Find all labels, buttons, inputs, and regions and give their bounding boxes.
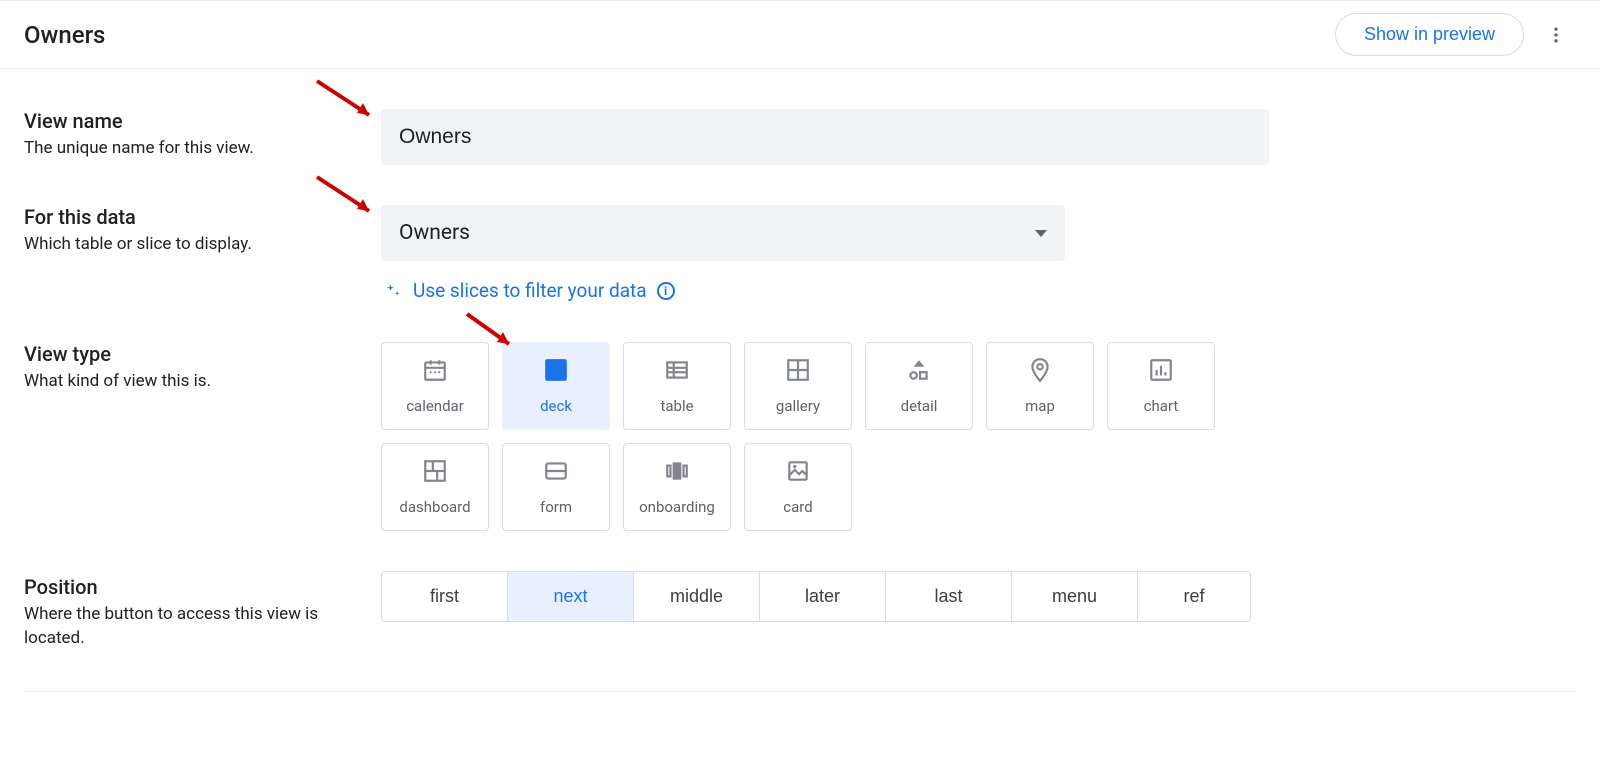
view-name-row: View name The unique name for this view.	[24, 69, 1576, 165]
position-middle[interactable]: middle	[634, 572, 760, 621]
view-name-labels: View name The unique name for this view.	[24, 109, 359, 161]
view-type-onboarding[interactable]: onboarding	[623, 443, 731, 531]
table-icon	[664, 357, 690, 387]
view-name-input-wrap	[359, 109, 1269, 165]
more-vert-icon	[1546, 25, 1566, 45]
calendar-icon	[422, 357, 448, 387]
view-type-gallery[interactable]: gallery	[744, 342, 852, 430]
for-data-value: Owners	[399, 221, 470, 245]
view-type-label: gallery	[776, 397, 820, 415]
sparkle-icon	[383, 281, 403, 301]
view-name-label: View name	[24, 109, 359, 133]
position-row: Position Where the button to access this…	[24, 531, 1576, 651]
for-data-labels: For this data Which table or slice to di…	[24, 205, 359, 257]
detail-icon	[906, 357, 932, 387]
view-type-map[interactable]: map	[986, 342, 1094, 430]
slices-hint-link[interactable]: Use slices to filter your data	[413, 279, 647, 302]
position-ref[interactable]: ref	[1138, 572, 1250, 621]
view-type-label: View type	[24, 342, 359, 366]
view-type-label: detail	[901, 397, 938, 415]
chart-icon	[1148, 357, 1174, 387]
position-first[interactable]: first	[382, 572, 508, 621]
section-divider	[24, 691, 1576, 692]
settings-form: View name The unique name for this view.…	[0, 69, 1600, 712]
for-data-desc: Which table or slice to display.	[24, 233, 324, 257]
view-type-form[interactable]: form	[502, 443, 610, 531]
position-next[interactable]: next	[508, 572, 634, 621]
position-labels: Position Where the button to access this…	[24, 571, 359, 651]
position-menu[interactable]: menu	[1012, 572, 1138, 621]
more-options-button[interactable]	[1536, 15, 1576, 55]
map-icon	[1027, 357, 1053, 387]
slices-hint-row: Use slices to filter your data i	[381, 279, 1269, 302]
dropdown-icon	[1035, 230, 1047, 237]
onboarding-icon	[664, 458, 690, 488]
for-data-label: For this data	[24, 205, 359, 229]
for-data-select[interactable]: Owners	[381, 205, 1065, 261]
view-type-table[interactable]: table	[623, 342, 731, 430]
position-input-wrap: firstnextmiddlelaterlastmenuref	[359, 571, 1269, 622]
for-data-input-wrap: Owners Use slices to filter your data i	[359, 205, 1269, 302]
page-title: Owners	[24, 21, 105, 49]
dashboard-icon	[422, 458, 448, 488]
deck-icon	[543, 357, 569, 387]
position-desc: Where the button to access this view is …	[24, 603, 324, 651]
view-type-label: dashboard	[399, 498, 470, 516]
view-type-deck[interactable]: deck	[502, 342, 610, 430]
view-type-label: deck	[540, 397, 572, 415]
view-type-label: onboarding	[639, 498, 715, 516]
show-in-preview-button[interactable]: Show in preview	[1335, 13, 1524, 56]
view-type-detail[interactable]: detail	[865, 342, 973, 430]
view-type-chart[interactable]: chart	[1107, 342, 1215, 430]
position-last[interactable]: last	[886, 572, 1012, 621]
view-type-label: map	[1025, 397, 1055, 415]
gallery-icon	[785, 357, 811, 387]
form-icon	[543, 458, 569, 488]
position-segmented: firstnextmiddlelaterlastmenuref	[381, 571, 1251, 622]
view-type-dashboard[interactable]: dashboard	[381, 443, 489, 531]
position-label: Position	[24, 575, 359, 599]
view-type-label: card	[783, 498, 812, 516]
view-name-desc: The unique name for this view.	[24, 137, 324, 161]
header-bar: Owners Show in preview	[0, 0, 1600, 69]
position-later[interactable]: later	[760, 572, 886, 621]
for-data-row: For this data Which table or slice to di…	[24, 165, 1576, 302]
card-icon	[785, 458, 811, 488]
view-type-grid: calendar deck table gallery detail map chart da…	[381, 342, 1251, 531]
view-name-input[interactable]	[381, 109, 1269, 165]
view-type-input-wrap: calendar deck table gallery detail map chart da…	[359, 342, 1269, 531]
view-type-labels: View type What kind of view this is.	[24, 342, 359, 394]
view-type-calendar[interactable]: calendar	[381, 342, 489, 430]
topbar-actions: Show in preview	[1335, 13, 1576, 56]
view-type-label: table	[660, 397, 693, 415]
view-type-card[interactable]: card	[744, 443, 852, 531]
view-type-label: chart	[1144, 397, 1179, 415]
view-type-row: View type What kind of view this is. cal…	[24, 302, 1576, 531]
view-type-desc: What kind of view this is.	[24, 370, 324, 394]
info-icon[interactable]: i	[657, 282, 675, 300]
view-type-label: form	[540, 498, 572, 516]
view-type-label: calendar	[406, 397, 464, 415]
